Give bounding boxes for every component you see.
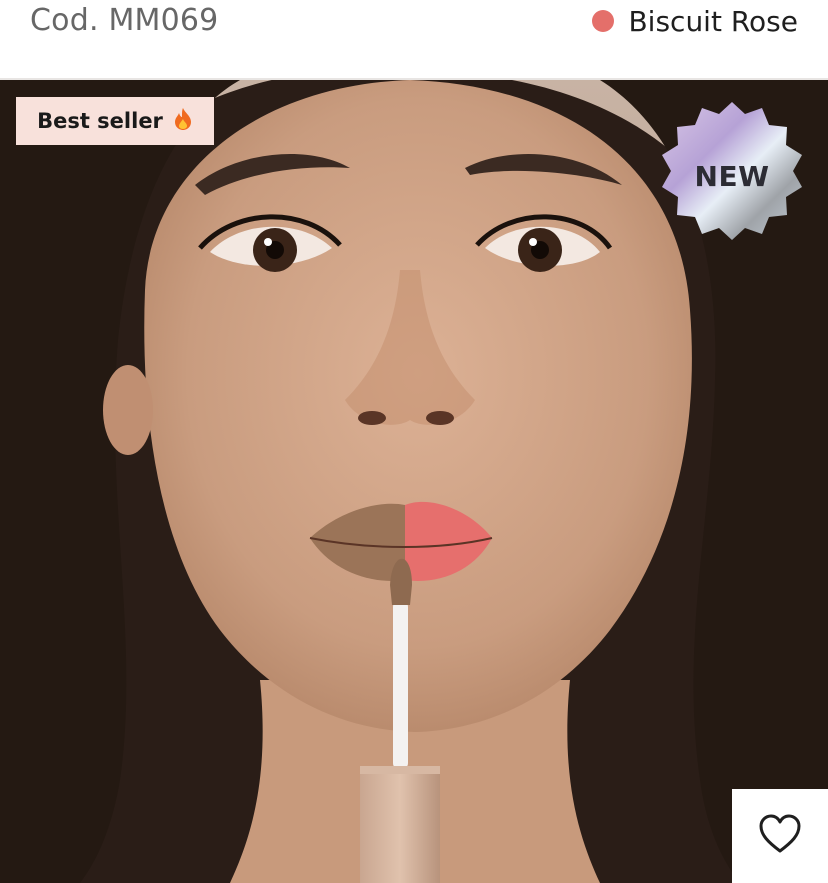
best-seller-label: Best seller — [37, 109, 163, 133]
product-code-label: Cod. — [30, 3, 99, 38]
fire-icon — [173, 107, 193, 136]
product-code: Cod. MM069 — [30, 0, 218, 42]
shade-selector[interactable]: Biscuit Rose — [592, 0, 798, 42]
best-seller-badge: Best seller — [16, 97, 214, 145]
shade-swatch — [592, 10, 615, 32]
product-code-value: MM069 — [108, 3, 219, 38]
heart-icon — [758, 814, 802, 858]
shade-name: Biscuit Rose — [628, 4, 798, 38]
favorite-button[interactable] — [732, 789, 828, 883]
product-header: Cod. MM069 Biscuit Rose — [0, 0, 828, 80]
new-badge-label: NEW — [694, 159, 770, 193]
new-badge: NEW — [654, 98, 810, 254]
